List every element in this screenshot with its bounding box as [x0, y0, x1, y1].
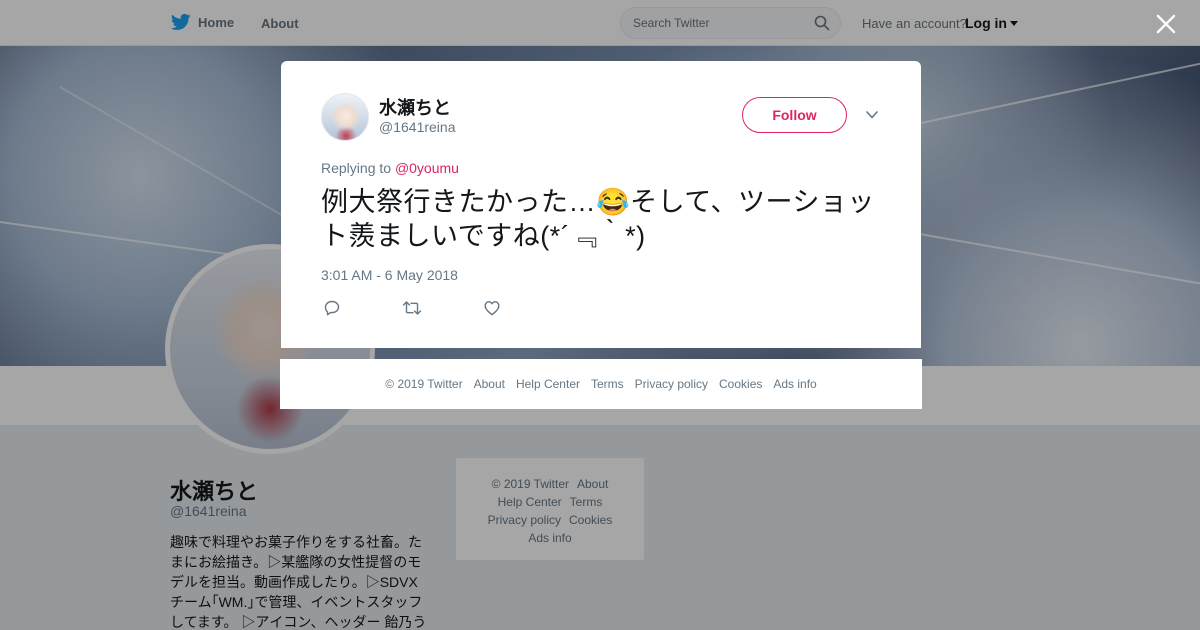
footer-copyright: © 2019 Twitter [385, 377, 463, 391]
footer-ads-info-link[interactable]: Ads info [773, 377, 816, 391]
replying-to-link[interactable]: @0youmu [395, 160, 459, 176]
heart-icon[interactable] [483, 299, 501, 317]
tweet-author-name[interactable]: 水瀬ちと [379, 94, 451, 120]
tweet-text: 例大祭行きたかった…😂そして、ツーショット羨ましいですね(*´﹃｀*) [321, 187, 875, 251]
replying-to: Replying to @0youmu [321, 160, 459, 176]
reply-icon[interactable] [323, 299, 341, 317]
close-icon[interactable] [1153, 11, 1179, 37]
footer-cookies-link[interactable]: Cookies [719, 377, 762, 391]
replying-prefix: Replying to [321, 160, 392, 176]
tweet-timestamp[interactable]: 3:01 AM - 6 May 2018 [321, 267, 458, 283]
footer-about-link[interactable]: About [474, 377, 505, 391]
chevron-down-icon[interactable] [865, 109, 879, 121]
tweet-author-handle[interactable]: @1641reina [379, 119, 456, 135]
follow-button[interactable]: Follow [742, 97, 847, 133]
tweet-author-avatar[interactable] [321, 93, 369, 141]
footer-privacy-link[interactable]: Privacy policy [635, 377, 708, 391]
retweet-icon[interactable] [402, 299, 422, 317]
modal-footer: © 2019 Twitter About Help Center Terms P… [280, 359, 922, 409]
tweet-modal: 水瀬ちと @1641reina Follow Replying to @0you… [281, 61, 921, 348]
footer-help-center-link[interactable]: Help Center [516, 377, 580, 391]
footer-terms-link[interactable]: Terms [591, 377, 624, 391]
